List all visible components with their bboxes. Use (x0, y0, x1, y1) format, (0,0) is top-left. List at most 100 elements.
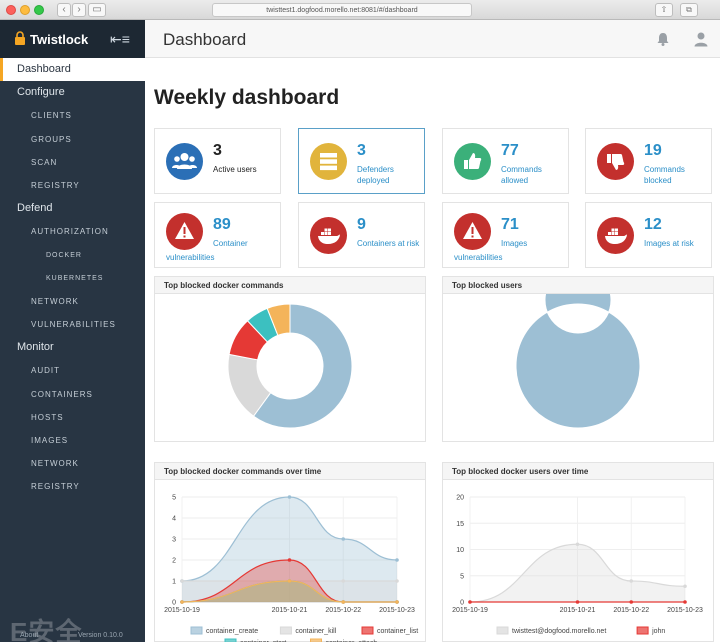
legend-swatch[interactable] (636, 626, 649, 635)
card-container-vulnerabilities[interactable]: 89 Container vulnerabilities (154, 202, 281, 268)
sidebar-item-clients[interactable]: CLIENTS (0, 104, 145, 127)
users-over-time-area-chart: 0 5 10 15 20 2015-10-19 2015-10-21 2015-10-22 20… (452, 495, 703, 636)
sidebar-toggle-icon[interactable]: ▭ (88, 3, 106, 17)
warning-icon (175, 222, 194, 239)
data-point[interactable] (287, 495, 292, 499)
sidebar-item-network[interactable]: NETWORK (0, 290, 145, 313)
y-tick-label: 0 (172, 600, 176, 607)
sidebar: Twistlock ⇤≡ Dashboard Configure CLIENTS GR… (0, 20, 145, 642)
forward-arrow-icon[interactable]: › (72, 3, 86, 17)
card-label-line2: vulnerabilities (166, 253, 215, 262)
sidebar-item-monitor[interactable]: Monitor (0, 336, 145, 359)
commands-over-time-area-chart: 0 1 2 3 4 5 2015-10-19 2015-10-21 2015-10-22 2015… (164, 495, 418, 642)
legend-swatch[interactable] (496, 626, 509, 635)
sidebar-item-configure[interactable]: Configure (0, 81, 145, 104)
user-icon[interactable] (693, 31, 709, 47)
data-point[interactable] (180, 600, 184, 604)
legend-label[interactable]: container_list (377, 628, 418, 635)
legend-label[interactable]: twisttest@dogfood.morello.net (512, 628, 606, 635)
legend-swatch[interactable] (190, 626, 203, 635)
zoom-window-button[interactable] (34, 5, 44, 15)
card-commands-blocked[interactable]: 19 Commands blocked (585, 128, 712, 194)
blocked-users-donut-chart (515, 294, 641, 429)
data-point[interactable] (629, 600, 634, 604)
sidebar-item-authorization[interactable]: AUTHORIZATION (0, 220, 145, 243)
dashboard-heading: Weekly dashboard (154, 86, 340, 109)
sidebar-item-audit[interactable]: AUDIT (0, 359, 145, 382)
card-containers-at-risk[interactable]: 9 Containers at risk (298, 202, 425, 268)
card-label: Commands allowed (501, 165, 542, 185)
back-arrow-icon[interactable]: ‹ (57, 3, 71, 17)
data-point[interactable] (395, 579, 399, 583)
x-tick-label: 2015-10-22 (613, 607, 649, 614)
share-icon[interactable]: ⇧ (655, 3, 673, 17)
about-link[interactable]: About (20, 632, 38, 639)
sidebar-item-dashboard[interactable]: Dashboard (0, 58, 145, 82)
data-point[interactable] (575, 542, 580, 547)
panel-title: Top blocked docker commands (155, 277, 425, 294)
card-label: Defenders deployed (357, 165, 394, 185)
data-point[interactable] (468, 600, 472, 604)
data-point[interactable] (395, 558, 399, 562)
minimize-window-button[interactable] (20, 5, 30, 15)
warning-icon (463, 222, 482, 239)
legend-label[interactable]: john (651, 628, 665, 635)
y-tick-label: 5 (460, 573, 464, 580)
data-point[interactable] (575, 600, 580, 604)
data-point[interactable] (683, 584, 687, 589)
sidebar-item-groups[interactable]: GROUPS (0, 128, 145, 151)
card-label: Commands blocked (644, 165, 685, 185)
legend-swatch[interactable] (279, 626, 292, 635)
card-icon-circle (454, 143, 491, 180)
address-bar[interactable]: twisttest1.dogfood.morello.net:8081/#/da… (212, 3, 472, 17)
data-point[interactable] (287, 558, 292, 562)
menu-collapse-icon[interactable]: ⇤≡ (110, 31, 130, 48)
data-point[interactable] (341, 579, 346, 583)
y-tick-label: 2 (172, 558, 176, 565)
lock-icon (15, 31, 25, 45)
card-label: Images (501, 239, 528, 248)
bell-icon[interactable] (655, 31, 671, 47)
sidebar-item-scan[interactable]: SCAN (0, 151, 145, 174)
legend-swatch[interactable] (361, 626, 374, 635)
card-commands-allowed[interactable]: 77 Commands allowed (442, 128, 569, 194)
panel-title: Top blocked users (443, 277, 713, 294)
sidebar-item-registry[interactable]: REGISTRY (0, 475, 145, 498)
sidebar-item-hosts[interactable]: HOSTS (0, 406, 145, 429)
sidebar-item-kubernetes[interactable]: KUBERNETES (0, 267, 145, 290)
data-point[interactable] (180, 579, 184, 583)
data-point[interactable] (683, 600, 687, 604)
tabs-icon[interactable]: ⧉ (680, 3, 698, 17)
y-tick-label: 20 (456, 495, 464, 502)
legend-label[interactable]: container_kill (295, 628, 336, 635)
sidebar-item-docker[interactable]: DOCKER (0, 244, 145, 267)
data-point[interactable] (629, 579, 634, 583)
card-label-line2: vulnerabilities (454, 253, 503, 262)
sidebar-item-images[interactable]: IMAGES (0, 429, 145, 452)
card-images-at-risk[interactable]: 12 Images at risk (585, 202, 712, 268)
brand-logo: Twistlock (30, 32, 89, 47)
legend-label[interactable]: container_create (206, 628, 258, 635)
donut-slice-twisttest-dogfood-morello-net[interactable] (515, 294, 641, 429)
data-point[interactable] (287, 579, 292, 583)
card-image-vulnerabilities[interactable]: 71 Images vulnerabilities (442, 202, 569, 268)
card-icon-circle (166, 213, 203, 250)
card-active-users[interactable]: 3 Active users (154, 128, 281, 194)
sidebar-item-registry[interactable]: REGISTRY (0, 174, 145, 197)
sidebar-item-network[interactable]: NETWORK (0, 452, 145, 475)
x-tick-label: 2015-10-21 (272, 607, 308, 614)
card-icon-circle (166, 143, 203, 180)
card-defenders-deployed[interactable]: 3 Defenders deployed (298, 128, 425, 194)
data-point[interactable] (341, 537, 346, 541)
sidebar-item-defend[interactable]: Defend (0, 197, 145, 220)
data-point[interactable] (395, 600, 399, 604)
sidebar-item-containers[interactable]: CONTAINERS (0, 383, 145, 406)
panel-title: Top blocked docker commands over time (155, 463, 425, 480)
card-value: 3 (213, 142, 222, 159)
brand-area: Twistlock ⇤≡ (0, 20, 145, 58)
sidebar-item-vulnerabilities[interactable]: VULNERABILITIES (0, 313, 145, 336)
top-header: Dashboard (145, 20, 720, 58)
data-point[interactable] (341, 600, 346, 604)
card-label: Container (213, 239, 248, 248)
close-window-button[interactable] (6, 5, 16, 15)
